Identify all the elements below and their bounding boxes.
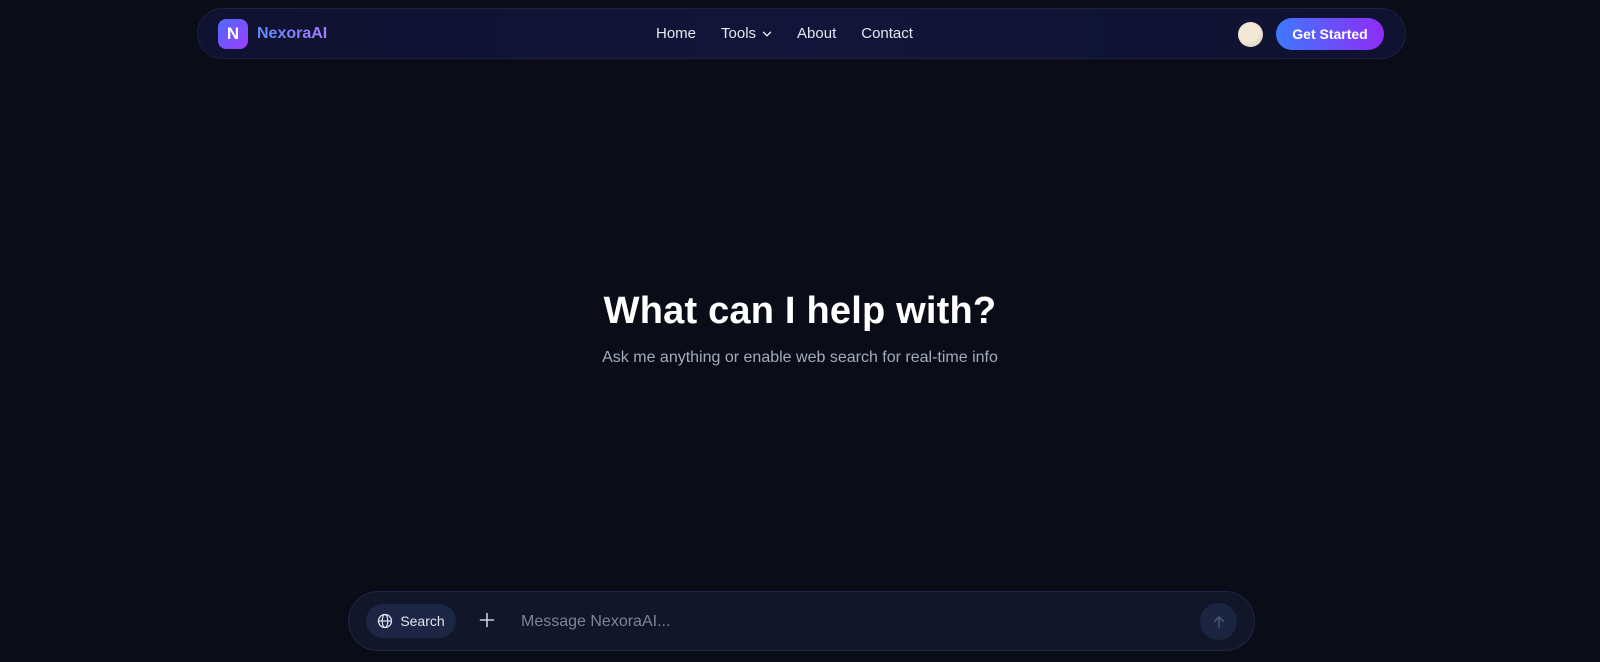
nav-link-about[interactable]: About [797,25,836,42]
chevron-down-icon [762,31,772,36]
theme-toggle-sun-icon[interactable] [1238,22,1263,47]
brand[interactable]: N NexoraAI [218,19,327,49]
brand-name: NexoraAI [257,25,328,42]
message-composer: Search [348,591,1255,651]
web-search-label: Search [400,613,445,629]
nav-link-tools[interactable]: Tools [721,25,772,42]
arrow-up-icon [1213,615,1224,628]
nav-link-home[interactable]: Home [656,25,696,42]
hero-title: What can I help with? [603,290,997,332]
globe-icon [378,613,393,629]
message-input[interactable] [519,604,1173,640]
hero: What can I help with? Ask me anything or… [0,290,1600,367]
navbar: N NexoraAI Home Tools About Contact Get … [197,8,1406,59]
attach-button[interactable] [473,606,501,634]
hero-subtitle: Ask me anything or enable web search for… [602,349,998,366]
get-started-button[interactable]: Get Started [1276,18,1384,50]
web-search-toggle[interactable]: Search [366,604,456,638]
nav-link-contact[interactable]: Contact [861,25,913,42]
brand-logo: N [218,19,248,49]
nav-links: Home Tools About Contact [656,9,938,58]
send-button[interactable] [1200,603,1237,640]
nav-link-tools-label: Tools [721,25,757,42]
plus-icon [479,612,495,628]
